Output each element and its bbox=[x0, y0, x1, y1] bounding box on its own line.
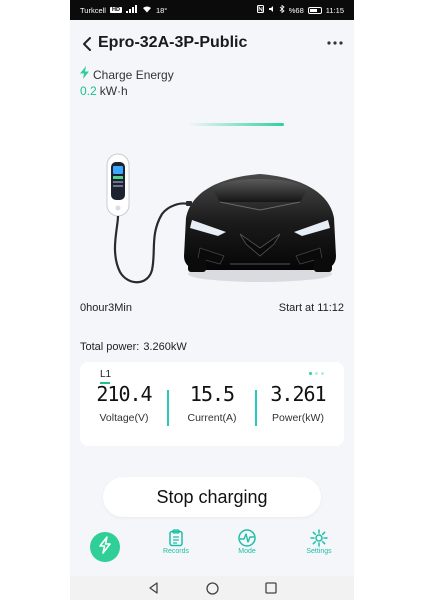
mode-icon bbox=[227, 529, 267, 547]
bolt-icon bbox=[80, 66, 89, 84]
phase-label: L1 bbox=[100, 369, 112, 380]
nav-settings-label: Settings bbox=[306, 548, 332, 555]
phone-screen: Turkcell HD 18° %68 11:15 Epro-32A-3P-Pu… bbox=[70, 0, 354, 600]
header: Epro-32A-3P-Public bbox=[70, 30, 354, 58]
total-power: Total power: 3.260kW bbox=[80, 341, 187, 353]
android-nav-bar bbox=[70, 576, 354, 600]
more-icon[interactable] bbox=[326, 36, 344, 50]
start-time: Start at 11:12 bbox=[278, 302, 344, 314]
electric-car-icon bbox=[184, 174, 336, 282]
battery-percent: %68 bbox=[288, 5, 304, 15]
current-stat: 15.5 Current(A) bbox=[172, 382, 252, 424]
network-badge: HD bbox=[109, 7, 122, 13]
nav-mode[interactable]: Mode bbox=[227, 529, 267, 555]
charge-energy-heading: Charge Energy bbox=[80, 66, 174, 84]
stat-divider bbox=[255, 390, 257, 426]
current-label: Current(A) bbox=[187, 412, 237, 424]
nfc-icon bbox=[256, 5, 264, 15]
charge-nav-icon bbox=[97, 535, 113, 559]
page-dot bbox=[321, 372, 324, 375]
mute-icon bbox=[268, 5, 275, 15]
wifi-icon bbox=[142, 5, 152, 15]
android-back-icon[interactable] bbox=[148, 582, 160, 594]
clock: 11:15 bbox=[325, 5, 344, 15]
charge-energy-reading: 0.2 kW·h bbox=[80, 84, 128, 98]
page-title: Epro-32A-3P-Public bbox=[98, 34, 248, 51]
charge-energy-label: Charge Energy bbox=[93, 68, 174, 82]
charge-energy-unit: kW·h bbox=[99, 84, 128, 98]
nav-records-label: Records bbox=[162, 548, 190, 555]
current-value: 15.5 bbox=[189, 382, 235, 406]
stop-charging-button[interactable]: Stop charging bbox=[103, 477, 321, 517]
signal-icon bbox=[125, 5, 138, 15]
charge-energy-value: 0.2 bbox=[80, 84, 97, 98]
nav-records[interactable]: Records bbox=[156, 529, 196, 555]
power-value: 3.261 bbox=[270, 382, 326, 406]
android-home-icon[interactable] bbox=[205, 581, 219, 595]
back-arrow-icon[interactable] bbox=[80, 36, 94, 52]
nav-charge-button[interactable] bbox=[90, 532, 120, 562]
temperature: 18° bbox=[155, 5, 168, 15]
page-dot-active bbox=[309, 372, 312, 375]
battery-icon bbox=[307, 6, 322, 14]
bluetooth-icon bbox=[279, 4, 285, 15]
status-left: Turkcell HD 18° bbox=[80, 5, 167, 15]
power-label: Power(kW) bbox=[272, 412, 324, 424]
battery-fill bbox=[309, 8, 317, 12]
charger-station-icon bbox=[106, 153, 192, 284]
charging-progress-line bbox=[188, 123, 284, 126]
nav-settings[interactable]: Settings bbox=[299, 529, 339, 555]
settings-icon bbox=[299, 529, 339, 547]
carrier-name: Turkcell bbox=[80, 5, 106, 15]
records-icon bbox=[156, 529, 196, 547]
power-stat: 3.261 Power(kW) bbox=[258, 382, 338, 424]
stat-divider bbox=[167, 390, 169, 426]
voltage-stat: 210.4 Voltage(V) bbox=[84, 382, 164, 424]
bottom-nav: Records Mode Settings bbox=[70, 524, 354, 570]
page-indicator bbox=[309, 372, 324, 375]
nav-mode-label: Mode bbox=[238, 548, 256, 555]
total-power-value: 3.260kW bbox=[143, 341, 187, 353]
android-recents-icon[interactable] bbox=[264, 582, 277, 594]
charging-duration: 0hour3Min bbox=[80, 302, 132, 314]
charger-car-illustration bbox=[100, 148, 340, 290]
voltage-label: Voltage(V) bbox=[99, 412, 149, 424]
stats-card[interactable]: L1 210.4 Voltage(V) 15.5 Current(A) 3.26… bbox=[80, 362, 344, 446]
voltage-value: 210.4 bbox=[96, 382, 152, 406]
page-dot bbox=[315, 372, 318, 375]
total-power-label: Total power: bbox=[80, 341, 140, 353]
status-right: %68 11:15 bbox=[256, 4, 344, 15]
status-bar: Turkcell HD 18° %68 11:15 bbox=[70, 0, 354, 20]
